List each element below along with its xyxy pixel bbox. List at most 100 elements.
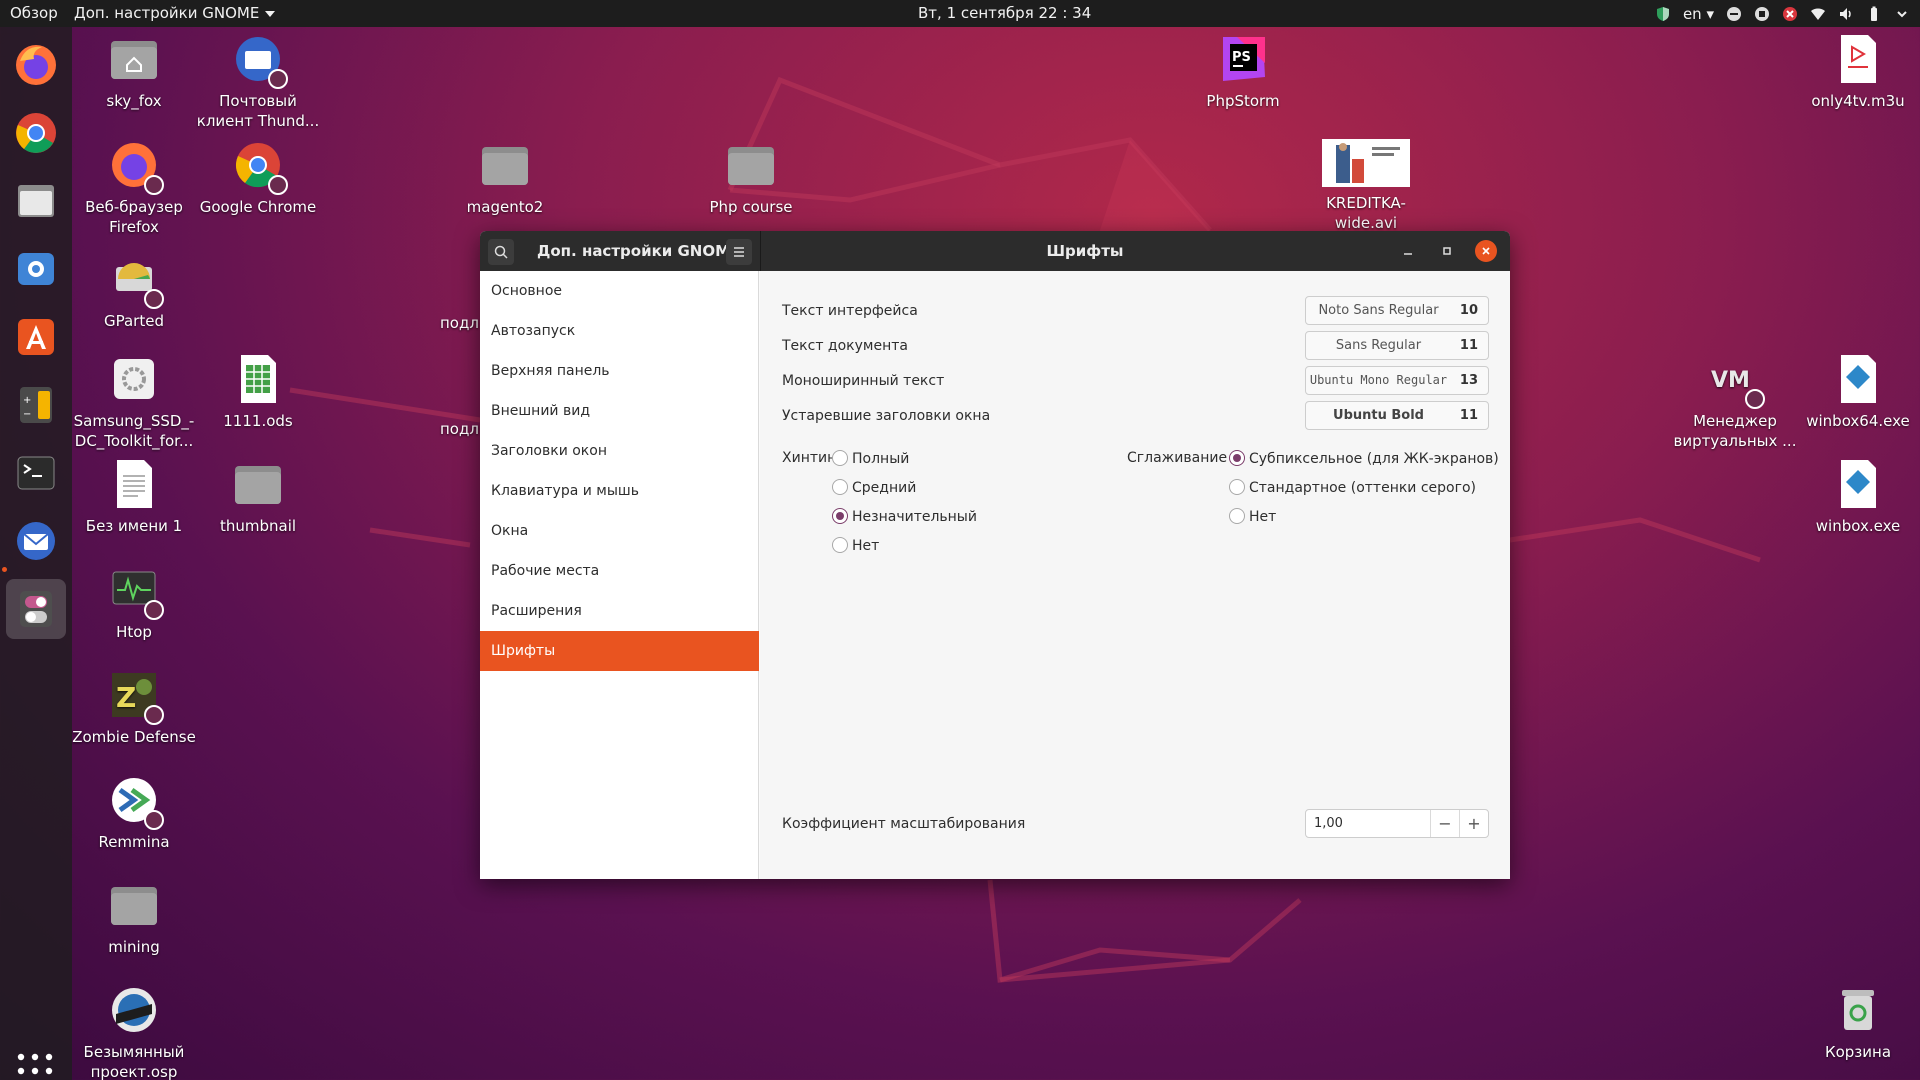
radio-label: Нет — [852, 538, 880, 554]
video-thumbnail-icon — [1322, 139, 1410, 187]
desktop-icon-virt-manager[interactable]: VM Менеджер виртуальных ... — [1672, 353, 1798, 451]
firefox-icon — [16, 45, 56, 85]
power-menu-chevron-icon[interactable] — [1894, 6, 1910, 22]
desktop-icon-label: Безымянный проект.osp — [83, 1043, 185, 1080]
shield-icon[interactable] — [1655, 6, 1671, 22]
document-icon — [117, 460, 152, 508]
scaling-factor-value[interactable]: 1,00 — [1314, 816, 1343, 831]
legacy-titles-label: Устаревшие заголовки окна — [782, 408, 991, 424]
radio-indicator — [832, 508, 848, 524]
desktop-icon-label: KREDITKA-wide.avi — [1326, 194, 1406, 232]
dock-terminal[interactable] — [6, 443, 66, 503]
hinting-full-radio[interactable]: Полный — [832, 450, 909, 467]
hinting-slight-radio[interactable]: Незначительный — [832, 508, 977, 525]
desktop-icon-firefox[interactable]: Веб-браузер Firefox — [71, 139, 197, 237]
sidebar-item-label: Расширения — [491, 603, 582, 619]
desktop-icon-1111-ods[interactable]: 1111.ods — [195, 353, 321, 431]
home-folder-icon — [111, 41, 157, 79]
desktop-icon-kreditka[interactable]: KREDITKA-wide.avi — [1303, 139, 1429, 233]
desktop-icon-phpstorm[interactable]: PS PhpStorm — [1180, 33, 1306, 111]
antialiasing-none-radio[interactable]: Нет — [1229, 508, 1276, 525]
keyboard-layout[interactable]: en ▾ — [1683, 5, 1714, 23]
dock-calculator[interactable]: + − — [6, 375, 66, 435]
desktop-icon-thunderbird[interactable]: Почтовый клиент Thund... — [195, 33, 321, 131]
desktop-icon-remmina[interactable]: Remmina — [71, 774, 197, 852]
desktop-icon-openshot-project[interactable]: Безымянный проект.osp — [71, 984, 197, 1080]
desktop-icon-htop[interactable]: Htop — [71, 564, 197, 642]
font-size: 11 — [1459, 338, 1478, 353]
hinting-medium-radio[interactable]: Средний — [832, 479, 916, 496]
desktop-icon-only4tv[interactable]: only4tv.m3u — [1795, 33, 1920, 111]
window-titlebar[interactable]: Доп. настройки GNOME Шрифты — [480, 231, 1510, 271]
keyboard-layout-label: en — [1682, 4, 1702, 23]
minus-circle-icon[interactable] — [1726, 6, 1742, 22]
hinting-none-radio[interactable]: Нет — [832, 537, 880, 554]
dock-mail[interactable] — [6, 239, 66, 299]
sidebar-item-keyboard-mouse[interactable]: Клавиатура и мышь — [480, 471, 759, 511]
desktop-icon-chrome[interactable]: Google Chrome — [195, 139, 321, 217]
minimize-button[interactable] — [1397, 240, 1419, 262]
dock-tweaks[interactable] — [6, 579, 66, 639]
dock-firefox[interactable] — [6, 35, 66, 95]
sidebar-item-window-titlebars[interactable]: Заголовки окон — [480, 431, 759, 471]
sidebar-item-label: Заголовки окон — [491, 443, 607, 459]
dock: + − — [0, 27, 72, 1080]
hamburger-menu-button[interactable] — [726, 239, 752, 265]
desktop-icon-mining[interactable]: mining — [71, 879, 197, 957]
font-name: Sans Regular — [1335, 338, 1422, 353]
dock-thunderbird[interactable] — [6, 511, 66, 571]
maximize-button[interactable] — [1436, 240, 1458, 262]
desktop-icon-zombie-defense[interactable]: Z Zombie Defense — [71, 669, 197, 747]
sidebar-item-windows[interactable]: Окна — [480, 511, 759, 551]
show-applications-icon[interactable] — [16, 1052, 54, 1080]
desktop-icon-label: подл — [440, 314, 479, 332]
sidebar-item-fonts[interactable]: Шрифты — [480, 631, 759, 671]
desktop-icon-samsung-ssd[interactable]: Samsung_SSD_-DC_Toolkit_for... — [71, 353, 197, 451]
desktop-icon-gparted[interactable]: GParted — [71, 253, 197, 331]
clock[interactable]: Вт, 1 сентября 22 : 34 — [918, 4, 1091, 22]
playlist-file-icon — [1841, 35, 1876, 83]
system-tray: en ▾ — [1655, 3, 1910, 24]
desktop-icon-untitled-doc[interactable]: Без имени 1 — [71, 458, 197, 536]
app-menu[interactable]: Доп. настройки GNOME — [74, 4, 276, 22]
antialiasing-standard-radio[interactable]: Стандартное (оттенки серого) — [1229, 479, 1476, 496]
folder-icon — [482, 147, 528, 185]
sidebar-item-startup[interactable]: Автозапуск — [480, 311, 759, 351]
sidebar-item-general[interactable]: Основное — [480, 271, 759, 311]
monospace-font-button[interactable]: Ubuntu Mono Regular 13 — [1305, 366, 1489, 395]
legacy-titles-font-button[interactable]: Ubuntu Bold 11 — [1305, 401, 1489, 430]
increment-button[interactable]: + — [1459, 810, 1488, 837]
sidebar-item-label: Рабочие места — [491, 563, 600, 579]
document-font-button[interactable]: Sans Regular 11 — [1305, 331, 1489, 360]
dock-files[interactable] — [6, 171, 66, 231]
desktop-icon-thumbnail[interactable]: thumbnail — [195, 458, 321, 536]
radio-label: Незначительный — [852, 509, 977, 525]
activities-button[interactable]: Обзор — [10, 4, 58, 22]
sidebar-item-extensions[interactable]: Расширения — [480, 591, 759, 631]
dock-chrome[interactable] — [6, 103, 66, 163]
desktop-icon-winbox[interactable]: winbox.exe — [1795, 458, 1920, 536]
desktop-icon-partial-2[interactable]: подл — [440, 419, 480, 439]
error-icon[interactable] — [1782, 6, 1798, 22]
interface-font-button[interactable]: Noto Sans Regular 10 — [1305, 296, 1489, 325]
decrement-button[interactable]: − — [1430, 810, 1459, 837]
scaling-factor-spinbutton[interactable]: 1,00 − + — [1305, 809, 1489, 838]
battery-icon[interactable] — [1866, 6, 1882, 22]
volume-icon[interactable] — [1838, 6, 1854, 22]
desktop-icon-magento2[interactable]: magento2 — [442, 139, 568, 217]
stop-circle-icon[interactable] — [1754, 6, 1770, 22]
desktop-icon-sky-fox[interactable]: sky_fox — [71, 33, 197, 111]
sidebar-item-workspaces[interactable]: Рабочие места — [480, 551, 759, 591]
desktop-icon-winbox64[interactable]: winbox64.exe — [1795, 353, 1920, 431]
dock-software[interactable] — [6, 307, 66, 367]
shortcut-arrow-icon — [1745, 389, 1765, 409]
desktop-icon-php-course[interactable]: Php course — [688, 139, 814, 217]
sidebar-item-top-bar[interactable]: Верхняя панель — [480, 351, 759, 391]
antialiasing-subpixel-radio[interactable]: Субпиксельное (для ЖК-экранов) — [1229, 450, 1499, 467]
search-button[interactable] — [488, 239, 514, 265]
close-button[interactable] — [1475, 240, 1497, 262]
desktop-icon-partial-1[interactable]: подл — [440, 313, 480, 333]
sidebar-item-appearance[interactable]: Внешний вид — [480, 391, 759, 431]
wifi-icon[interactable] — [1810, 6, 1826, 22]
desktop-icon-trash[interactable]: Корзина — [1795, 984, 1920, 1062]
